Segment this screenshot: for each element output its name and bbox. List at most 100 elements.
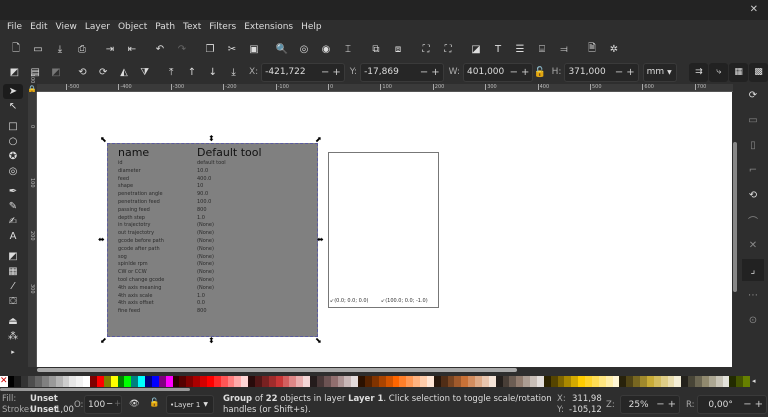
color-swatch[interactable] bbox=[502, 376, 510, 387]
color-swatch[interactable] bbox=[138, 376, 146, 387]
lower-to-bottom-icon[interactable]: ⤓ bbox=[223, 63, 244, 81]
zoom-value[interactable]: 25% bbox=[624, 400, 653, 410]
redo-icon[interactable]: ↷ bbox=[171, 40, 193, 58]
color-swatch[interactable] bbox=[62, 376, 70, 387]
color-swatch[interactable] bbox=[564, 376, 572, 387]
pencil-tool-icon[interactable]: ✎ bbox=[3, 199, 23, 214]
open-icon[interactable]: ▭ bbox=[27, 40, 49, 58]
snap-bbox-corner-icon[interactable]: ⌐ bbox=[742, 159, 764, 181]
select-all-icon[interactable]: ◩ bbox=[4, 63, 25, 81]
xml-editor-icon[interactable]: ⌸ bbox=[531, 40, 553, 58]
menu-extensions[interactable]: Extensions bbox=[240, 20, 297, 38]
transform-patterns-icon[interactable]: ▩ bbox=[749, 62, 768, 82]
color-swatch[interactable] bbox=[385, 376, 393, 387]
color-swatch[interactable] bbox=[481, 376, 489, 387]
zoom-selection-icon[interactable]: 🔍 bbox=[271, 40, 293, 58]
color-swatch[interactable] bbox=[145, 376, 152, 387]
color-swatch[interactable] bbox=[605, 376, 613, 387]
color-swatch[interactable] bbox=[440, 376, 448, 387]
y-field[interactable]: -17,869− + bbox=[360, 62, 444, 82]
color-swatch[interactable] bbox=[371, 376, 379, 387]
color-swatch[interactable] bbox=[193, 376, 201, 387]
zoom-drawing-icon[interactable]: ◎ bbox=[293, 40, 315, 58]
color-swatch[interactable] bbox=[7, 376, 15, 387]
x-value[interactable]: -421,722 bbox=[265, 67, 318, 77]
color-swatch[interactable] bbox=[475, 376, 482, 387]
color-swatch[interactable] bbox=[220, 376, 228, 387]
height-value[interactable]: 371,000 bbox=[568, 67, 611, 77]
color-swatch[interactable] bbox=[536, 376, 544, 387]
palette-menu-icon[interactable]: ◂ bbox=[752, 377, 756, 385]
color-swatch[interactable] bbox=[255, 376, 262, 387]
color-swatch[interactable] bbox=[695, 376, 702, 387]
color-swatch[interactable] bbox=[557, 376, 565, 387]
orientation-rectangle[interactable]: ↙(0.0; 0.0; 0.0) ↙(100.0; 0.0; -1.0) bbox=[328, 152, 439, 308]
color-swatch[interactable] bbox=[96, 376, 104, 387]
fill-stroke-icon[interactable]: ◪ bbox=[465, 40, 487, 58]
color-swatch[interactable] bbox=[715, 376, 723, 387]
color-swatch[interactable] bbox=[413, 376, 421, 387]
text-tool-icon[interactable]: A bbox=[3, 229, 23, 244]
color-swatch[interactable] bbox=[495, 376, 503, 387]
color-swatch[interactable] bbox=[21, 376, 29, 387]
color-swatch[interactable] bbox=[516, 376, 524, 387]
width-value[interactable]: 401,000 bbox=[467, 67, 507, 77]
color-swatch[interactable] bbox=[310, 376, 317, 387]
decrement-icon[interactable]: − bbox=[321, 67, 329, 78]
scale-handle-ne[interactable]: ⬈ bbox=[315, 136, 322, 144]
toggle-layer-visibility-icon[interactable]: 👁 bbox=[129, 399, 140, 409]
color-swatch[interactable] bbox=[186, 376, 194, 387]
color-swatch[interactable] bbox=[468, 376, 476, 387]
color-swatch[interactable] bbox=[158, 376, 166, 387]
increment-icon[interactable]: + bbox=[626, 67, 634, 78]
snap-cusp-icon[interactable]: ⌟ bbox=[742, 259, 764, 281]
color-swatch[interactable] bbox=[268, 376, 276, 387]
snap-midpoint-icon[interactable]: ⋯ bbox=[742, 284, 764, 306]
zoom-out-icon[interactable]: − bbox=[656, 399, 664, 410]
color-swatch[interactable] bbox=[69, 376, 77, 387]
menu-view[interactable]: View bbox=[52, 20, 81, 38]
decrement-icon[interactable]: − bbox=[510, 67, 518, 78]
color-swatch[interactable] bbox=[433, 376, 441, 387]
y-value[interactable]: -17,869 bbox=[364, 67, 417, 77]
color-swatch[interactable] bbox=[344, 376, 352, 387]
print-icon[interactable]: ⎙ bbox=[71, 40, 93, 58]
color-swatch[interactable] bbox=[117, 376, 125, 387]
paste-icon[interactable]: ▣ bbox=[243, 40, 265, 58]
snap-center-icon[interactable]: ⊙ bbox=[742, 309, 764, 331]
color-swatch[interactable] bbox=[420, 376, 427, 387]
snap-toggle-icon[interactable]: ⟳ bbox=[742, 84, 764, 106]
color-swatch[interactable] bbox=[165, 376, 173, 387]
color-swatch[interactable] bbox=[124, 376, 132, 387]
color-swatch[interactable] bbox=[151, 376, 159, 387]
zoom-field[interactable]: 25% − + bbox=[620, 395, 680, 414]
align-distribute-icon[interactable]: ⫤ bbox=[553, 40, 575, 58]
bezier-tool-icon[interactable]: ✒ bbox=[3, 184, 23, 199]
color-swatch[interactable] bbox=[646, 376, 654, 387]
color-swatch[interactable] bbox=[316, 376, 324, 387]
color-swatch[interactable] bbox=[330, 376, 338, 387]
color-swatch[interactable] bbox=[591, 376, 599, 387]
undo-icon[interactable]: ↶ bbox=[149, 40, 171, 58]
color-swatch[interactable] bbox=[736, 376, 744, 387]
opacity-value[interactable]: 100 bbox=[88, 400, 105, 410]
color-swatch[interactable] bbox=[619, 376, 627, 387]
color-swatch[interactable] bbox=[399, 376, 407, 387]
transform-gradients-icon[interactable]: ▦ bbox=[729, 62, 749, 82]
color-swatch[interactable] bbox=[523, 376, 531, 387]
color-swatch[interactable] bbox=[241, 376, 249, 387]
color-swatch[interactable] bbox=[200, 376, 207, 387]
increment-icon[interactable]: + bbox=[521, 67, 529, 78]
color-swatch[interactable] bbox=[90, 376, 97, 387]
snap-bbox-icon[interactable]: ▭ bbox=[742, 109, 764, 131]
color-swatch[interactable] bbox=[296, 376, 304, 387]
color-swatch[interactable] bbox=[172, 376, 180, 387]
duplicate-icon[interactable]: ⧉ bbox=[365, 40, 387, 58]
rotation-field[interactable]: 0,00° − + bbox=[697, 395, 767, 414]
color-swatch[interactable] bbox=[681, 376, 689, 387]
color-swatch[interactable] bbox=[688, 376, 696, 387]
color-swatch[interactable] bbox=[530, 376, 537, 387]
star-tool-icon[interactable]: ✪ bbox=[3, 149, 23, 164]
scale-handle-e[interactable]: ⬌ bbox=[317, 236, 324, 244]
color-swatch[interactable] bbox=[633, 376, 641, 387]
